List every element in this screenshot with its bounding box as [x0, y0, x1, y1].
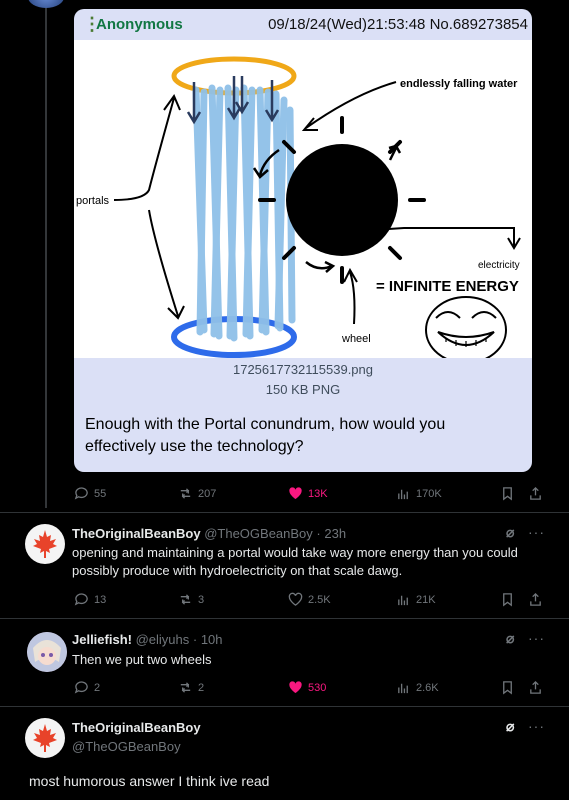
maple-leaf-icon — [33, 724, 57, 752]
heart-icon — [288, 592, 303, 606]
image-filename[interactable]: 1725617732115539.png — [74, 362, 532, 377]
reply-count: 55 — [94, 487, 107, 500]
handle[interactable]: @TheOGBeanBoy — [72, 739, 181, 754]
divider — [0, 706, 569, 707]
reply-count: 13 — [94, 593, 107, 606]
quoted-post-card[interactable]: ⋮ Anonymous 09/18/24(Wed)21:53:48 No.689… — [74, 9, 532, 472]
bookmark-button[interactable] — [500, 680, 515, 695]
maple-leaf-icon — [33, 530, 57, 558]
share-button[interactable] — [528, 680, 543, 695]
grok-icon[interactable]: ⌀ — [506, 718, 514, 735]
timestamp[interactable]: · 23h — [316, 526, 346, 541]
views-button[interactable]: 2.6K — [396, 680, 439, 695]
reply-button[interactable]: 55 — [74, 486, 106, 501]
avatar[interactable] — [25, 718, 65, 758]
share-icon — [530, 680, 541, 694]
like-count: 13K — [308, 487, 328, 500]
share-icon — [530, 592, 541, 606]
reply-text: most humorous answer I think ive read — [29, 773, 270, 789]
share-icon — [530, 486, 541, 500]
reply-button[interactable]: 13 — [74, 592, 106, 607]
post-question: Enough with the Portal conundrum, how wo… — [85, 416, 446, 455]
views-count: 21K — [416, 593, 436, 606]
bookmark-button[interactable] — [500, 486, 515, 501]
display-name[interactable]: TheOriginalBeanBoy — [72, 526, 201, 541]
bookmark-icon — [503, 487, 512, 501]
avatar[interactable] — [28, 0, 64, 8]
views-button[interactable]: 170K — [396, 486, 442, 501]
image-filesize: 150 KB PNG — [265, 382, 341, 397]
views-button[interactable]: 21K — [396, 592, 436, 607]
handle[interactable]: @TheOGBeanBoy — [204, 526, 313, 541]
reply-button[interactable]: 2 — [74, 680, 100, 695]
divider — [0, 618, 569, 619]
label-wheel: wheel — [341, 333, 371, 345]
repost-icon — [180, 594, 191, 605]
post-meta: 09/18/24(Wed)21:53:48 No.689273854 — [268, 16, 528, 33]
like-count: 2.5K — [308, 593, 331, 606]
main-post-actions: 55 207 13K 170K — [74, 486, 544, 506]
portal-energy-diagram: endlessly falling water portals electric… — [76, 56, 521, 364]
share-button[interactable] — [528, 592, 543, 607]
grok-icon[interactable]: ⌀ — [506, 524, 514, 541]
heart-icon — [289, 487, 302, 500]
share-button[interactable] — [528, 486, 543, 501]
repost-icon — [180, 488, 191, 499]
views-count: 170K — [416, 487, 442, 500]
views-icon — [398, 489, 408, 500]
anime-avatar-icon — [27, 632, 67, 672]
views-count: 2.6K — [416, 681, 439, 694]
repost-button[interactable]: 3 — [178, 592, 204, 607]
timestamp[interactable]: · 10h — [193, 632, 223, 647]
reply-text: Then we put two wheels — [72, 652, 212, 667]
grok-icon[interactable]: ⌀ — [506, 630, 514, 647]
views-icon — [398, 683, 408, 694]
divider — [0, 512, 569, 513]
more-icon[interactable]: ··· — [528, 718, 545, 734]
label-electricity: electricity — [478, 260, 520, 271]
repost-count: 207 — [198, 487, 217, 500]
repost-count: 2 — [198, 681, 205, 694]
label-portals: portals — [76, 195, 110, 207]
bookmark-button[interactable] — [500, 592, 515, 607]
wheel — [286, 144, 398, 256]
handle[interactable]: @eliyuhs — [136, 632, 190, 647]
label-infinite-energy: = INFINITE ENERGY — [376, 278, 519, 295]
reply-icon — [74, 593, 88, 606]
reply-icon — [74, 681, 88, 694]
reply-text: opening and maintaining a portal would t… — [72, 545, 518, 578]
reply-2-actions: 2 2 530 2.6K — [74, 680, 544, 700]
thread-line — [45, 0, 47, 508]
more-icon[interactable]: ··· — [528, 524, 545, 540]
like-button[interactable]: 13K — [288, 486, 328, 501]
like-button[interactable]: 530 — [288, 680, 326, 695]
reply-icon — [74, 487, 88, 500]
display-name[interactable]: Jelliefish! — [72, 632, 132, 647]
bookmark-icon — [503, 681, 512, 695]
water-column — [192, 84, 296, 342]
repost-count: 3 — [198, 593, 205, 606]
heart-icon — [289, 681, 302, 694]
avatar[interactable] — [27, 632, 67, 672]
post-image[interactable]: endlessly falling water portals electric… — [74, 40, 532, 364]
views-icon — [398, 595, 408, 606]
bookmark-icon — [503, 593, 512, 607]
like-count: 530 — [308, 681, 327, 694]
repost-icon — [180, 682, 191, 693]
poster-name: Anonymous — [96, 16, 183, 33]
like-button[interactable]: 2.5K — [288, 592, 331, 607]
more-icon[interactable]: ··· — [528, 630, 545, 646]
display-name[interactable]: TheOriginalBeanBoy — [72, 720, 201, 735]
trollface-icon — [425, 296, 507, 364]
repost-button[interactable]: 207 — [178, 486, 216, 501]
label-falling-water: endlessly falling water — [400, 78, 518, 90]
reply-1-actions: 13 3 2.5K 21K — [74, 592, 544, 612]
avatar[interactable] — [25, 524, 65, 564]
repost-button[interactable]: 2 — [178, 680, 204, 695]
reply-count: 2 — [94, 681, 101, 694]
